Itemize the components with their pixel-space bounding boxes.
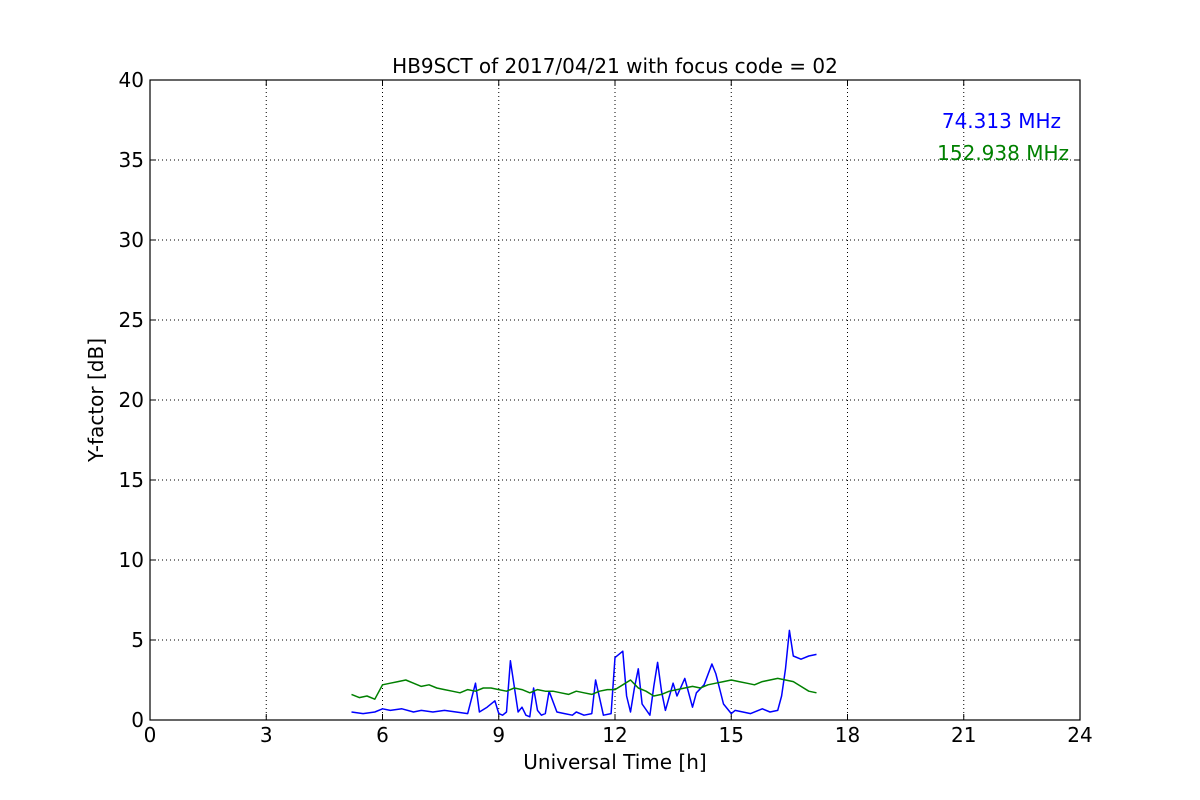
x-tick-label: 9 [492,723,505,747]
x-tick-label: 18 [835,723,860,747]
y-tick-label: 40 [119,68,144,92]
y-tick-label: 25 [119,308,144,332]
plot-series [351,629,817,718]
x-tick-label: 0 [144,723,157,747]
y-tick-label: 0 [131,708,144,732]
axis-ticks: 0 3 6 9 12 15 18 21 24 0 5 10 15 20 25 30 35 40 [119,68,1093,747]
y-axis-label: Y-factor [dB] [84,338,108,463]
x-tick-label: 12 [602,723,627,747]
chart-title: HB9SCT of 2017/04/21 with focus code = 0… [392,54,838,78]
legend: 74.313 MHz 152.938 MHz [937,109,1069,165]
series-line-0 [351,629,817,718]
chart: 0 3 6 9 12 15 18 21 24 0 5 10 15 20 25 30 35 40 HB9SCT of… [84,54,1093,774]
x-tick-label: 21 [951,723,976,747]
x-tick-label: 15 [719,723,744,747]
x-axis-label: Universal Time [h] [523,750,706,774]
x-tick-label: 3 [260,723,273,747]
y-tick-label: 5 [131,628,144,652]
y-tick-label: 35 [119,148,144,172]
grid [150,80,1080,720]
y-tick-label: 10 [119,548,144,572]
x-tick-label: 6 [376,723,389,747]
y-tick-label: 20 [119,388,144,412]
x-tick-label: 24 [1067,723,1092,747]
y-tick-label: 15 [119,468,144,492]
series-line-1 [351,677,817,700]
y-tick-label: 30 [119,228,144,252]
legend-entry-152-938: 152.938 MHz [937,141,1069,165]
legend-entry-74-313: 74.313 MHz [942,109,1061,133]
